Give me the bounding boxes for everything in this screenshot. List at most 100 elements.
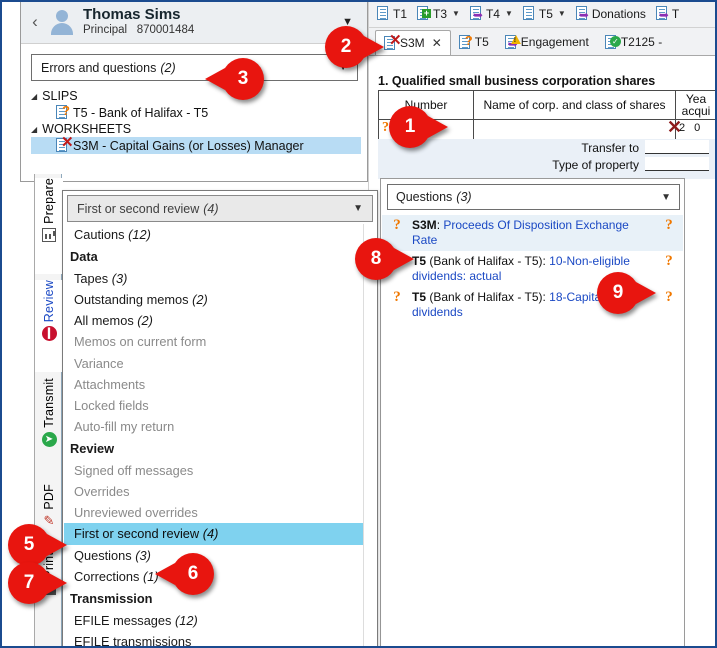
stop-sign-icon: ❙	[41, 326, 57, 342]
question-form: S3M	[412, 218, 437, 232]
menu-item-cautions[interactable]: Cautions (12)	[64, 224, 363, 245]
tree-group-worksheets[interactable]: ◢ WORKSHEETS	[31, 121, 361, 137]
toolbar-item-label: T4	[485, 6, 500, 21]
callout-marker-8: 8	[355, 238, 414, 280]
document-arrow-icon: ➥	[469, 6, 483, 21]
callout-marker-5: 5	[8, 524, 67, 566]
chevron-down-icon[interactable]: ▼	[353, 203, 363, 214]
toolbar-item-t4[interactable]: ➥ T4 ▼	[466, 4, 517, 23]
type-of-property-label: Type of property	[552, 158, 639, 172]
question-mark-icon: ?	[393, 289, 401, 305]
column-header-year: Yea acqui	[681, 92, 711, 118]
callout-marker-2: 2	[325, 26, 384, 68]
sidebar-tab-label: Review	[42, 280, 56, 323]
tab-t2125[interactable]: ✓ T2125 -	[597, 29, 670, 55]
chevron-down-icon[interactable]: ▼	[558, 9, 566, 18]
prepare-panel: ‹ Thomas Sims Principal 870001484 ▼ Erro…	[20, 0, 368, 182]
tab-engagement[interactable]: ➥ Engagement	[497, 29, 597, 55]
chevron-down-icon[interactable]: ▼	[452, 9, 460, 18]
tree-item-t5[interactable]: ? T5 - Bank of Halifax - T5	[31, 104, 361, 121]
review-filter-label: First or second review	[77, 201, 200, 216]
menu-item-attachments: Attachments	[74, 376, 146, 392]
questions-filter-label: Questions	[396, 190, 453, 204]
client-role: Principal	[83, 24, 128, 36]
document-question-icon: ?	[56, 104, 70, 120]
diagnostics-filter-dropdown[interactable]: Errors and questions (2) ▼	[31, 54, 358, 81]
chevron-down-icon[interactable]: ▼	[505, 9, 513, 18]
toolbar-item-t5[interactable]: T5 ▼	[519, 4, 570, 23]
bar-chart-icon	[42, 227, 56, 242]
sidebar-tab-prepare[interactable]: Prepare	[35, 178, 63, 274]
menu-item-tapes[interactable]: Tapes (3)	[64, 268, 363, 289]
triangle-down-icon[interactable]: ◢	[31, 125, 37, 134]
pdf-icon: ✎	[43, 512, 55, 528]
menu-item-locked-fields: Locked fields	[74, 397, 149, 413]
questions-panel: Questions (3) ▼ ? S3M: Proceeds Of Dispo…	[380, 178, 685, 648]
review-filter-selected[interactable]: First or second review (4) ▼	[67, 195, 373, 222]
menu-item-all-memos[interactable]: All memos (2)	[64, 310, 363, 331]
screenshot-root: 1. T1 + T3 ▼ ➥ T4 ▼ T5 ▼	[0, 0, 717, 648]
question-form: T5	[412, 290, 427, 304]
transfer-block: Transfer to Type of property	[378, 139, 717, 179]
column-header-name: Name of corp. and class of shares	[474, 91, 676, 119]
diagnostics-filter-label: Errors and questions	[41, 60, 157, 75]
menu-item-questions[interactable]: Questions (3)	[64, 545, 363, 566]
toolbar-item-t3[interactable]: + T3 ▼	[413, 4, 464, 23]
chevron-down-icon[interactable]: ▼	[661, 192, 671, 203]
document-check-icon: ✓	[604, 34, 621, 50]
menu-item-first-or-second-review[interactable]: First or second review (4)	[64, 523, 363, 545]
menu-item-outstanding-memos[interactable]: Outstanding memos (2)	[64, 289, 363, 310]
type-of-property-field[interactable]	[645, 157, 709, 171]
menu-item-efile-transmissions[interactable]: EFILE transmissions	[64, 631, 363, 646]
question-mark-icon[interactable]: ?	[655, 218, 683, 248]
tree-item-label: S3M - Capital Gains (or Losses) Manager	[73, 138, 304, 153]
toolbar-item-label: T	[671, 6, 680, 21]
tab-label: T2125 -	[620, 35, 663, 49]
menu-item-signed-off-messages: Signed off messages	[74, 462, 194, 478]
sidebar-tab-review[interactable]: Review ❙	[35, 280, 63, 372]
table-header-row: Number Name of corp. and class of shares…	[379, 91, 716, 119]
toolbar-item-t1[interactable]: T1	[373, 4, 411, 23]
question-mark-icon[interactable]: ?	[382, 120, 389, 136]
chevron-left-icon[interactable]: ‹	[21, 12, 49, 32]
popup-scrollbar[interactable]	[363, 224, 376, 646]
question-separator: (Bank of Halifax - T5):	[426, 254, 550, 268]
cell-year[interactable]: ✕ 2 0	[667, 117, 716, 139]
form-section-title: 1. Qualified small business corporation …	[378, 74, 656, 88]
triangle-down-icon[interactable]: ◢	[31, 92, 37, 101]
tree-item-s3m[interactable]: ✕ S3M - Capital Gains (or Losses) Manage…	[31, 136, 361, 154]
diagnostics-tree: ◢ SLIPS ? T5 - Bank of Halifax - T5 ◢ WO…	[31, 88, 361, 154]
questions-list: ? S3M: Proceeds Of Disposition Exchange …	[382, 215, 683, 646]
document-icon	[522, 6, 536, 21]
transfer-to-field[interactable]	[645, 140, 709, 154]
tab-label: T5	[474, 35, 489, 49]
toolbar-item-donations[interactable]: ➥ Donations	[572, 4, 650, 23]
sidebar-tab-label: Transmit	[42, 378, 56, 428]
sidebar-tab-label: PDF	[42, 484, 56, 510]
tab-t5[interactable]: ? T5	[451, 29, 497, 55]
tab-s3m[interactable]: ✕ S3M ✕	[375, 30, 451, 55]
list-item[interactable]: ? S3M: Proceeds Of Disposition Exchange …	[382, 215, 683, 251]
toolbar-item-label: T3	[433, 6, 448, 21]
form-toolbar: T1 + T3 ▼ ➥ T4 ▼ T5 ▼ ➥ Donations ➥ T	[369, 0, 717, 28]
question-mark-icon[interactable]: ?	[655, 254, 683, 284]
question-mark-icon[interactable]: ?	[655, 290, 683, 320]
review-filter-count: (4)	[203, 201, 219, 216]
sidebar-tab-transmit[interactable]: Transmit ➤	[35, 378, 63, 478]
toolbar-item-t[interactable]: ➥ T	[652, 4, 683, 23]
cell-name[interactable]	[474, 120, 676, 139]
close-icon[interactable]: ✕	[432, 36, 442, 50]
callout-marker-1: 1	[389, 106, 448, 148]
menu-group-review: Review	[70, 441, 115, 457]
toolbar-item-label: T5	[538, 6, 553, 21]
form-tab-row: ✕ S3M ✕ ? T5 ➥ Engagement ✓ T2125 -	[369, 28, 717, 56]
tree-group-label: SLIPS	[42, 89, 78, 103]
client-name: Thomas Sims	[83, 6, 181, 23]
menu-item-unreviewed-overrides: Unreviewed overrides	[74, 505, 198, 521]
toolbar-item-label: T1	[393, 6, 408, 21]
menu-item-memos-on-current-form: Memos on current form	[74, 334, 207, 350]
questions-filter-dropdown[interactable]: Questions (3) ▼	[387, 184, 680, 210]
menu-item-efile-messages[interactable]: EFILE messages (12)	[64, 610, 363, 631]
tree-group-slips[interactable]: ◢ SLIPS	[31, 88, 361, 104]
tree-item-label: T5 - Bank of Halifax - T5	[73, 105, 209, 120]
